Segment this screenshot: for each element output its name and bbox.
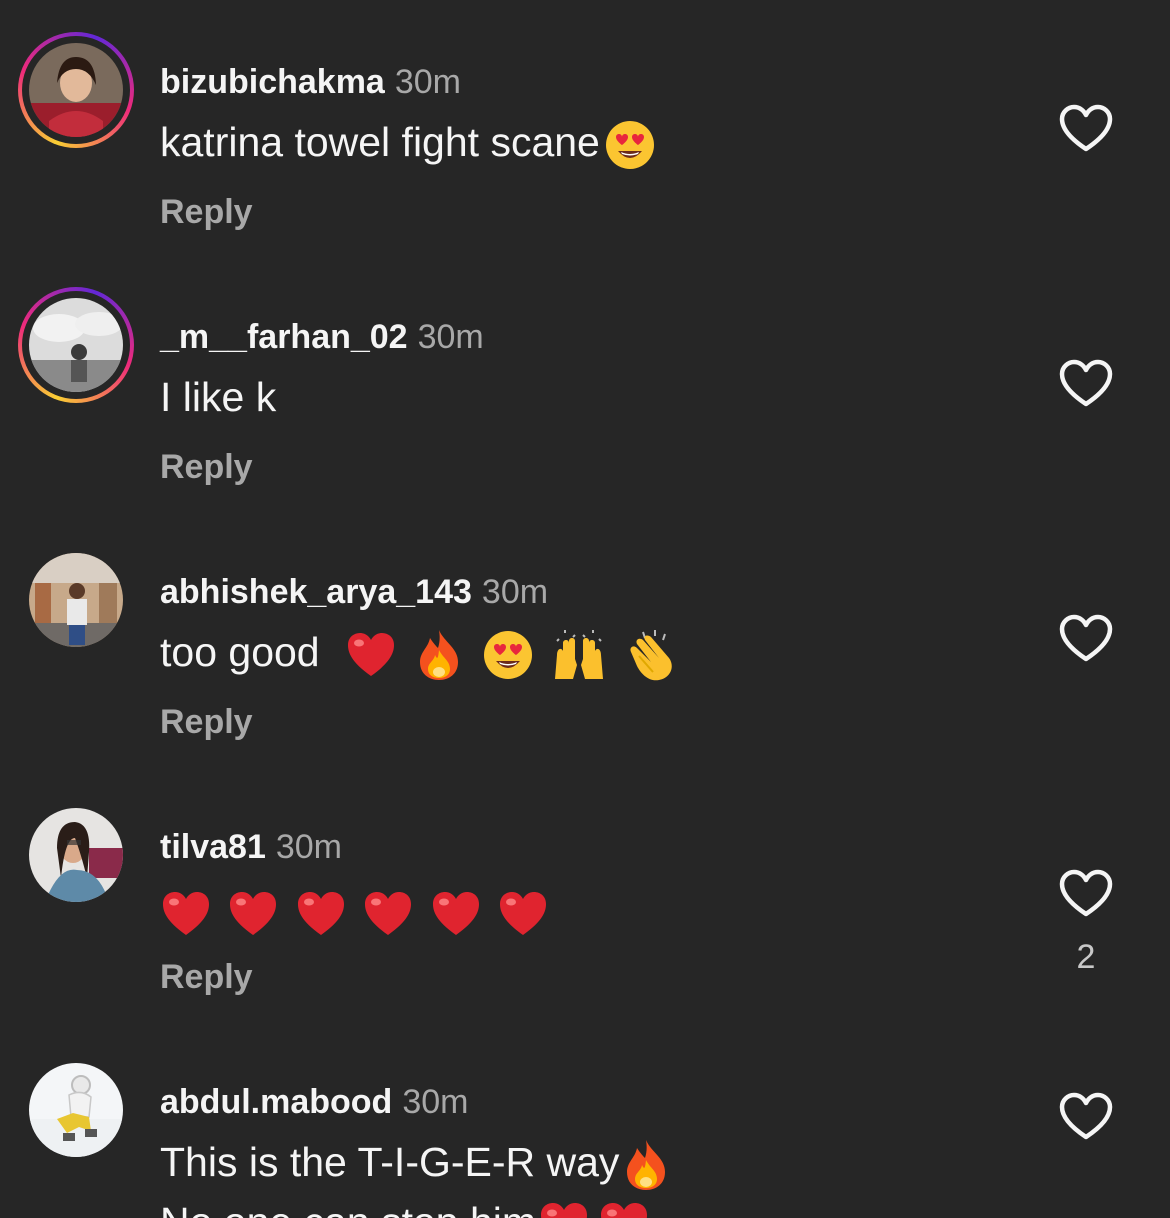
comment-text-line: katrina towel fight scane xyxy=(160,119,600,165)
red-heart-emoji xyxy=(538,1200,590,1218)
red-heart-emoji xyxy=(598,1200,650,1218)
comment-username[interactable]: abhishek_arya_143 xyxy=(160,573,472,611)
comment-username[interactable]: abdul.mabood xyxy=(160,1083,392,1121)
avatar-wrap[interactable] xyxy=(18,797,134,913)
heart-outline-icon[interactable] xyxy=(1059,1092,1113,1142)
avatar[interactable] xyxy=(29,808,123,902)
comment-time: 30m xyxy=(481,573,549,611)
fire-emoji xyxy=(416,628,462,682)
comment-text: too good xyxy=(160,627,677,687)
comment-username[interactable]: tilva81 xyxy=(160,828,266,866)
red-heart-emoji xyxy=(160,889,212,939)
red-heart-emoji xyxy=(227,889,279,939)
comment-text-line: I like k xyxy=(160,374,277,420)
heart-outline-icon[interactable] xyxy=(1059,359,1113,409)
reply-button[interactable]: Reply xyxy=(160,957,253,997)
avatar[interactable] xyxy=(29,1063,123,1157)
red-heart-emoji xyxy=(295,889,347,939)
comment-item: tilva81 30m Reply 2 xyxy=(0,797,1170,1052)
reply-button[interactable]: Reply xyxy=(160,192,253,232)
comment-item: abhishek_arya_143 30m too good Reply xyxy=(0,542,1170,797)
comments-list: bizubichakma 30m katrina towel fight scan… xyxy=(0,0,1170,1218)
comment-text: I like k xyxy=(160,372,276,432)
heart-outline-icon[interactable] xyxy=(1059,869,1113,919)
comment-text: This is the T-I-G-E-R way No one can sto… xyxy=(160,1137,669,1218)
reply-button[interactable]: Reply xyxy=(160,702,253,742)
comment-text xyxy=(160,882,549,942)
comment-username[interactable]: bizubichakma xyxy=(160,63,385,101)
red-heart-emoji xyxy=(362,889,414,939)
avatar-story-ring[interactable] xyxy=(18,287,134,403)
avatar[interactable] xyxy=(29,43,123,137)
red-heart-emoji xyxy=(497,889,549,939)
red-heart-emoji xyxy=(430,889,482,939)
avatar-story-ring[interactable] xyxy=(18,32,134,148)
comment-text: katrina towel fight scane xyxy=(160,117,656,177)
comment-text-line: No one can stop him xyxy=(160,1199,536,1218)
comment-time: 30m xyxy=(417,318,484,356)
comment-item: abdul.mabood 30m This is the T-I-G-E-R wa… xyxy=(0,1052,1170,1218)
fire-emoji xyxy=(623,1138,669,1192)
reply-button[interactable]: Reply xyxy=(160,447,253,487)
heart-eyes-emoji xyxy=(482,629,534,681)
heart-eyes-emoji xyxy=(604,119,656,171)
clapping-hands-emoji xyxy=(625,628,677,682)
avatar-wrap[interactable] xyxy=(18,1052,134,1168)
comment-time: 30m xyxy=(402,1083,469,1121)
avatar[interactable] xyxy=(29,298,123,392)
heart-outline-icon[interactable] xyxy=(1059,614,1113,664)
comment-text-line: too good xyxy=(160,629,320,675)
comment-username[interactable]: _m__farhan_02 xyxy=(160,318,408,356)
comment-item: bizubichakma 30m katrina towel fight scan… xyxy=(0,32,1170,287)
like-count: 2 xyxy=(1076,938,1096,976)
red-heart-emoji xyxy=(345,630,397,680)
comment-time: 30m xyxy=(394,63,461,101)
comment-item: _m__farhan_02 30m I like k Reply xyxy=(0,287,1170,542)
comment-time: 30m xyxy=(275,828,342,866)
avatar[interactable] xyxy=(29,553,123,647)
avatar-wrap[interactable] xyxy=(18,542,134,658)
comment-text-line: This is the T-I-G-E-R way xyxy=(160,1139,620,1185)
raising-hands-emoji xyxy=(551,629,607,681)
heart-outline-icon[interactable] xyxy=(1059,104,1113,154)
